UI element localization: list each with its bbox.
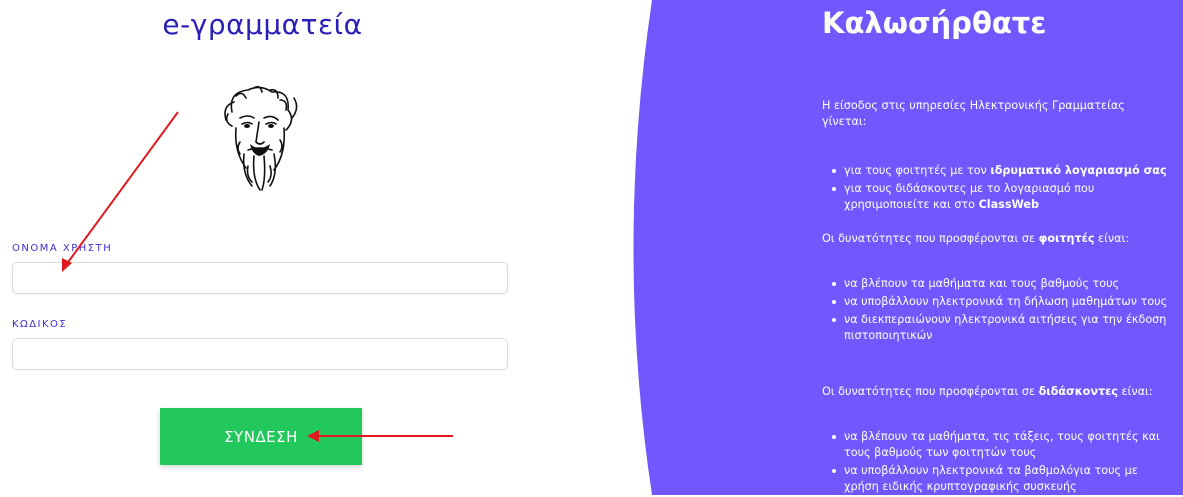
list-item: να υποβάλλουν ηλεκτρονικά τα βαθμολόγια … [822, 463, 1172, 495]
list-item: να υποβάλλουν ηλεκτρονικά τη δήλωση μαθη… [822, 294, 1172, 310]
welcome-title: Καλωσήρθατε [822, 6, 1047, 40]
password-input[interactable] [12, 338, 508, 370]
students-heading: Οι δυνατότητες που προσφέρονται σε φοιτη… [822, 232, 1130, 245]
intro-text: Η είσοδος στις υπηρεσίες Ηλεκτρονικής Γρ… [822, 99, 1125, 128]
password-label: ΚΩΔΙΚΟΣ [12, 319, 68, 330]
access-item-students: για τους φοιτητές με τον ιδρυματικό λογα… [822, 163, 1172, 179]
teacher-capabilities-list: να βλέπουν τα μαθήματα, τις τάξεις, τους… [822, 429, 1172, 497]
app-title: e-γραμματεία [162, 8, 363, 41]
student-capabilities-list: να βλέπουν τα μαθήματα και τους βαθμούς … [822, 276, 1172, 346]
teachers-heading: Οι δυνατότητες που προσφέρονται σε διδάσ… [822, 385, 1153, 398]
philosopher-portrait-logo [224, 85, 298, 191]
list-item: να βλέπουν τα μαθήματα και τους βαθμούς … [822, 276, 1172, 292]
list-item: να διεκπεραιώνουν ηλεκτρονικά αιτήσεις γ… [822, 312, 1172, 344]
access-item-teachers: για τους διδάσκοντες με το λογαριασμό πο… [822, 181, 1172, 213]
access-list: για τους φοιτητές με τον ιδρυματικό λογα… [822, 163, 1172, 215]
username-label: ΟΝΟΜΑ ΧΡΗΣΤΗ [12, 243, 113, 254]
list-item: να βλέπουν τα μαθήματα, τις τάξεις, τους… [822, 429, 1172, 461]
username-input[interactable] [12, 262, 508, 294]
login-button[interactable]: ΣΥΝΔΕΣΗ [160, 408, 362, 465]
